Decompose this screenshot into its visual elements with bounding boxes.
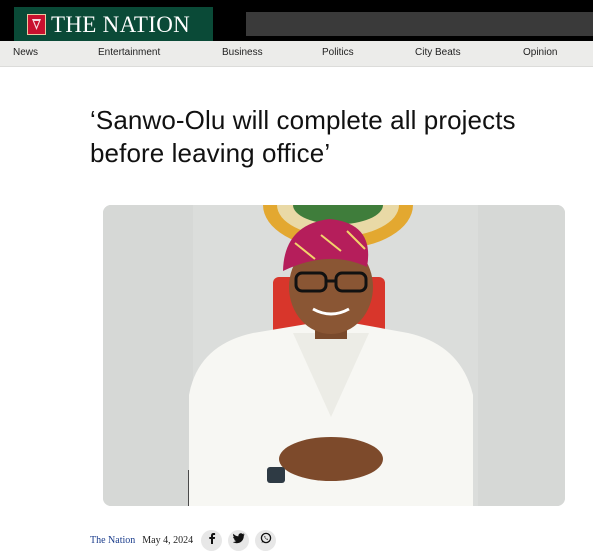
author-link[interactable]: The Nation xyxy=(90,535,135,546)
nav-item-news[interactable]: News xyxy=(13,47,38,58)
twitter-share-button[interactable] xyxy=(228,529,250,551)
twitter-icon xyxy=(232,531,245,549)
facebook-icon xyxy=(206,531,218,549)
whatsapp-share-button[interactable] xyxy=(255,529,277,551)
main-nav: News Entertainment Business Politics Cit… xyxy=(0,41,593,67)
top-header-bar: THE NATION xyxy=(0,0,593,41)
header-search-bar[interactable] xyxy=(246,12,593,36)
nav-item-opinion[interactable]: Opinion xyxy=(523,47,557,58)
whatsapp-icon xyxy=(260,531,272,549)
nation-logo-icon xyxy=(27,14,46,35)
article-headline: ‘Sanwo-Olu will complete all projects be… xyxy=(90,105,516,168)
site-logo[interactable]: THE NATION xyxy=(14,7,213,41)
publish-date: May 4, 2024 xyxy=(142,534,194,546)
nav-item-politics[interactable]: Politics xyxy=(322,47,354,58)
nav-item-business[interactable]: Business xyxy=(222,47,263,58)
nav-item-entertainment[interactable]: Entertainment xyxy=(98,47,160,58)
site-name: THE NATION xyxy=(51,12,191,37)
facebook-share-button[interactable] xyxy=(201,529,223,551)
article-meta: The Nation May 4, 2024 xyxy=(90,529,282,551)
article-photo xyxy=(103,205,565,506)
nav-item-city-beats[interactable]: City Beats xyxy=(415,47,461,58)
